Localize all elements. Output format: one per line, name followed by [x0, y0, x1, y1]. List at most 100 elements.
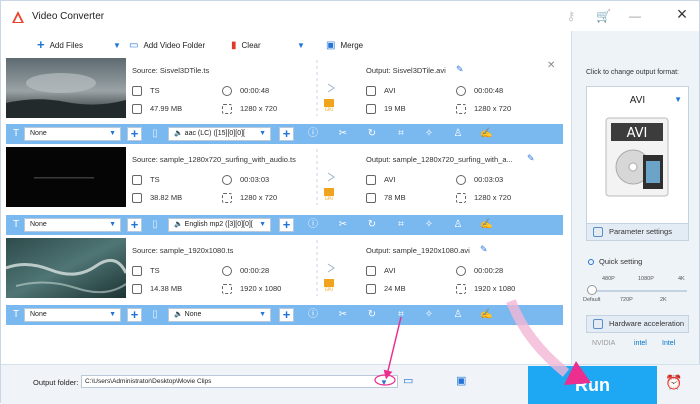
- clock-icon: [456, 175, 466, 186]
- source-size: 14.38 MB: [132, 284, 182, 295]
- rotate-icon[interactable]: ↻: [366, 219, 378, 231]
- audio-track-select[interactable]: 🔈 None ▼: [168, 308, 271, 322]
- crop-icon[interactable]: ⌗: [395, 128, 407, 140]
- output-format-selector[interactable]: AVI ▼ AVI: [586, 86, 689, 228]
- output-filename: Output: Sisvel3DTile.avi: [366, 66, 446, 75]
- add-audio-button[interactable]: +: [279, 218, 294, 232]
- output-resolution: 1280 x 720: [456, 193, 511, 204]
- subtitle-select[interactable]: None ▼: [24, 127, 121, 141]
- watermark-icon[interactable]: ♙: [452, 309, 464, 321]
- info-icon[interactable]: ⓘ: [307, 309, 319, 321]
- rotate-icon[interactable]: ↻: [366, 128, 378, 140]
- audio-track-select[interactable]: 🔈 aac (LC) ([15][0][0][▼: [168, 127, 271, 141]
- edit-output-name-icon[interactable]: ✎: [456, 64, 464, 75]
- audio-lock-icon: ▯: [152, 128, 158, 139]
- clear-button[interactable]: ▮ Clear: [231, 38, 261, 52]
- info-icon[interactable]: ⓘ: [307, 219, 319, 231]
- subtitle-edit-icon[interactable]: ✍: [480, 219, 492, 231]
- add-audio-button[interactable]: +: [279, 127, 294, 141]
- merge-button[interactable]: ▣ Merge: [326, 38, 363, 52]
- run-button[interactable]: Run: [528, 366, 657, 404]
- quick-setting-label: Quick setting: [588, 257, 642, 266]
- edit-output-name-icon[interactable]: ✎: [480, 244, 488, 255]
- key-icon[interactable]: ⚷: [564, 9, 578, 23]
- output-settings-panel: Click to change output format: AVI ▼ AVI…: [571, 31, 699, 364]
- plus-icon: +: [37, 37, 45, 52]
- add-files-label: Add Files: [49, 40, 83, 50]
- audio-track-select[interactable]: 🔈 English mp2 ([3][0][0][▼: [168, 218, 271, 232]
- crop-icon[interactable]: ⌗: [395, 219, 407, 231]
- add-subtitle-button[interactable]: +: [127, 218, 142, 232]
- cut-icon[interactable]: ✂: [337, 128, 349, 140]
- merge-icon: ▣: [326, 39, 336, 51]
- output-resolution: 1280 x 720: [456, 104, 511, 115]
- output-folder-dropdown-icon[interactable]: ▼: [380, 378, 388, 387]
- output-folder-input[interactable]: C:\Users\Administrator\Desktop\Movie Cli…: [81, 375, 398, 388]
- resolution-icon: [456, 193, 466, 204]
- effects-icon[interactable]: ✧: [423, 309, 435, 321]
- cart-icon[interactable]: 🛒: [596, 9, 611, 23]
- parameter-settings-button[interactable]: Parameter settings: [586, 223, 689, 241]
- subtitle-edit-icon[interactable]: ✍: [480, 128, 492, 140]
- resolution-icon: [456, 284, 466, 295]
- watermark-icon[interactable]: ♙: [452, 219, 464, 231]
- crop-icon[interactable]: ⌗: [395, 309, 407, 321]
- effects-icon[interactable]: ✧: [423, 219, 435, 231]
- trash-icon: ▮: [231, 39, 237, 51]
- quality-slider-handle[interactable]: [587, 285, 597, 295]
- effects-icon[interactable]: ✧: [423, 128, 435, 140]
- add-files-dropdown-icon[interactable]: ▼: [113, 38, 121, 52]
- subtitle-icon: T: [12, 219, 20, 230]
- cut-icon[interactable]: ✂: [337, 309, 349, 321]
- info-icon[interactable]: ⓘ: [307, 128, 319, 140]
- file-row[interactable]: Source: sample_1280x720_surfing_with_aud…: [6, 147, 563, 207]
- subtitle-select[interactable]: None ▼: [24, 218, 121, 232]
- edit-output-name-icon[interactable]: ✎: [527, 153, 535, 164]
- app-logo-icon: [12, 11, 24, 23]
- quality-slider-track[interactable]: [592, 290, 687, 292]
- file-row[interactable]: Source: sample_1920x1080.ts TS 00:00:28 …: [6, 238, 563, 298]
- folder-icon: [132, 193, 142, 204]
- output-filename: Output: sample_1280x720_surfing_with_a..…: [366, 155, 513, 164]
- subtitle-select[interactable]: None ▼: [24, 308, 121, 322]
- file-edit-bar: T None ▼ + ▯ 🔈 None ▼ + ⓘ ✂ ↻ ⌗ ✧ ♙ ✍: [6, 305, 563, 325]
- cut-icon[interactable]: ✂: [337, 219, 349, 231]
- output-format: AVI: [366, 266, 396, 277]
- quick-setting-icon: [588, 259, 594, 266]
- resolution-icon: [222, 193, 232, 204]
- file-row[interactable]: Source: Sisvel3DTile.ts TS 00:00:48 47.9…: [6, 58, 563, 118]
- add-video-folder-button[interactable]: ▭ Add Video Folder: [129, 38, 205, 52]
- rotate-icon[interactable]: ↻: [366, 309, 378, 321]
- close-window-icon[interactable]: ×: [665, 1, 699, 27]
- output-format-name: AVI: [629, 95, 646, 106]
- watermark-icon[interactable]: ♙: [452, 128, 464, 140]
- source-resolution: 1920 x 1080: [222, 284, 281, 295]
- video-thumbnail[interactable]: [6, 238, 126, 298]
- output-duration: 00:03:03: [456, 175, 503, 186]
- file-edit-bar: T None ▼ + ▯ 🔈 English mp2 ([3][0][0][▼ +…: [6, 215, 563, 235]
- alarm-clock-icon[interactable]: ⏰: [665, 374, 682, 390]
- hardware-acceleration-button[interactable]: Hardware acceleration: [586, 315, 689, 333]
- remove-file-icon[interactable]: ✕: [547, 60, 555, 71]
- format-dropdown-icon[interactable]: ▼: [674, 95, 682, 104]
- sliders-icon: [593, 227, 603, 237]
- minimize-icon[interactable]: —: [628, 9, 642, 23]
- video-thumbnail[interactable]: [6, 147, 126, 207]
- add-audio-button[interactable]: +: [279, 308, 294, 322]
- open-folder-icon[interactable]: ▭: [403, 375, 417, 387]
- tick-label: 4K: [678, 276, 685, 282]
- video-thumbnail[interactable]: [6, 58, 126, 118]
- subtitle-edit-icon[interactable]: ✍: [480, 309, 492, 321]
- add-subtitle-button[interactable]: +: [127, 127, 142, 141]
- add-subtitle-button[interactable]: +: [127, 308, 142, 322]
- intel-logo: Intel: [662, 340, 676, 347]
- toolbar-dropdown-icon[interactable]: ▼: [297, 38, 305, 52]
- add-files-button[interactable]: + Add Files: [37, 38, 83, 52]
- folder-icon: [132, 284, 142, 295]
- source-resolution: 1280 x 720: [222, 193, 277, 204]
- avi-format-icon: AVI: [605, 117, 669, 197]
- source-format: TS: [132, 266, 160, 277]
- resolution-icon: [222, 284, 232, 295]
- output-preview-icon[interactable]: ▣: [456, 375, 470, 387]
- source-size: 47.99 MB: [132, 104, 182, 115]
